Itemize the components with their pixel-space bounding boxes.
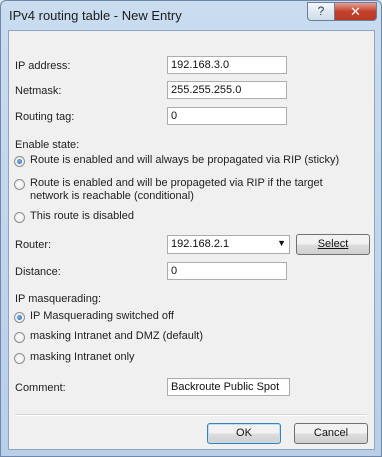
routing-tag-field[interactable]: 0 xyxy=(167,107,287,125)
dialog-content: IP address: 192.168.3.0 Netmask: 255.255… xyxy=(8,30,375,450)
distance-label: Distance: xyxy=(15,266,61,278)
router-value: 192.168.2.1 xyxy=(171,238,230,250)
select-button[interactable]: Select xyxy=(296,234,370,255)
ok-button[interactable]: OK xyxy=(207,423,281,444)
comment-field[interactable]: Backroute Public Spot xyxy=(167,378,290,396)
radio-masq-dmz-label[interactable]: masking Intranet and DMZ (default) xyxy=(30,330,203,342)
radio-conditional[interactable] xyxy=(14,179,25,190)
router-label: Router: xyxy=(15,239,52,251)
radio-disabled-label[interactable]: This route is disabled xyxy=(30,210,134,222)
radio-masq-dmz[interactable] xyxy=(14,332,25,343)
comment-label: Comment: xyxy=(15,382,66,394)
help-button[interactable]: ? xyxy=(307,2,335,21)
radio-sticky-label[interactable]: Route is enabled and will always be prop… xyxy=(30,154,339,166)
netmask-field[interactable]: 255.255.255.0 xyxy=(167,81,287,99)
radio-sticky[interactable] xyxy=(14,156,25,167)
radio-masq-intranet-label[interactable]: masking Intranet only xyxy=(30,351,135,363)
radio-masq-intranet[interactable] xyxy=(14,353,25,364)
ip-masquerading-label: IP masquerading: xyxy=(15,293,102,305)
netmask-label: Netmask: xyxy=(15,85,62,97)
ip-address-field[interactable]: 192.168.3.0 xyxy=(167,56,287,74)
radio-masq-off[interactable] xyxy=(14,312,25,323)
chevron-down-icon[interactable]: ▼ xyxy=(277,238,286,248)
radio-conditional-label[interactable]: Route is enabled and will be propageted … xyxy=(30,177,323,189)
cancel-button[interactable]: Cancel xyxy=(294,423,368,444)
router-combobox[interactable]: 192.168.2.1 ▼ xyxy=(167,235,290,254)
divider xyxy=(15,414,367,416)
close-button[interactable]: ✕ xyxy=(334,2,377,21)
distance-field[interactable]: 0 xyxy=(167,262,287,280)
radio-conditional-label-line2[interactable]: network is reachable (conditional) xyxy=(30,190,194,202)
routing-tag-label: Routing tag: xyxy=(15,111,75,123)
enable-state-label: Enable state: xyxy=(15,139,80,151)
ip-address-label: IP address: xyxy=(15,60,71,72)
select-button-label: Select xyxy=(317,238,349,250)
window-title: IPv4 routing table - New Entry xyxy=(9,8,182,23)
radio-masq-off-label[interactable]: IP Masquerading switched off xyxy=(30,310,174,322)
dialog-window: IPv4 routing table - New Entry ? ✕ IP ad… xyxy=(0,0,382,457)
radio-disabled[interactable] xyxy=(14,212,25,223)
title-bar[interactable]: IPv4 routing table - New Entry ? ✕ xyxy=(1,1,381,31)
